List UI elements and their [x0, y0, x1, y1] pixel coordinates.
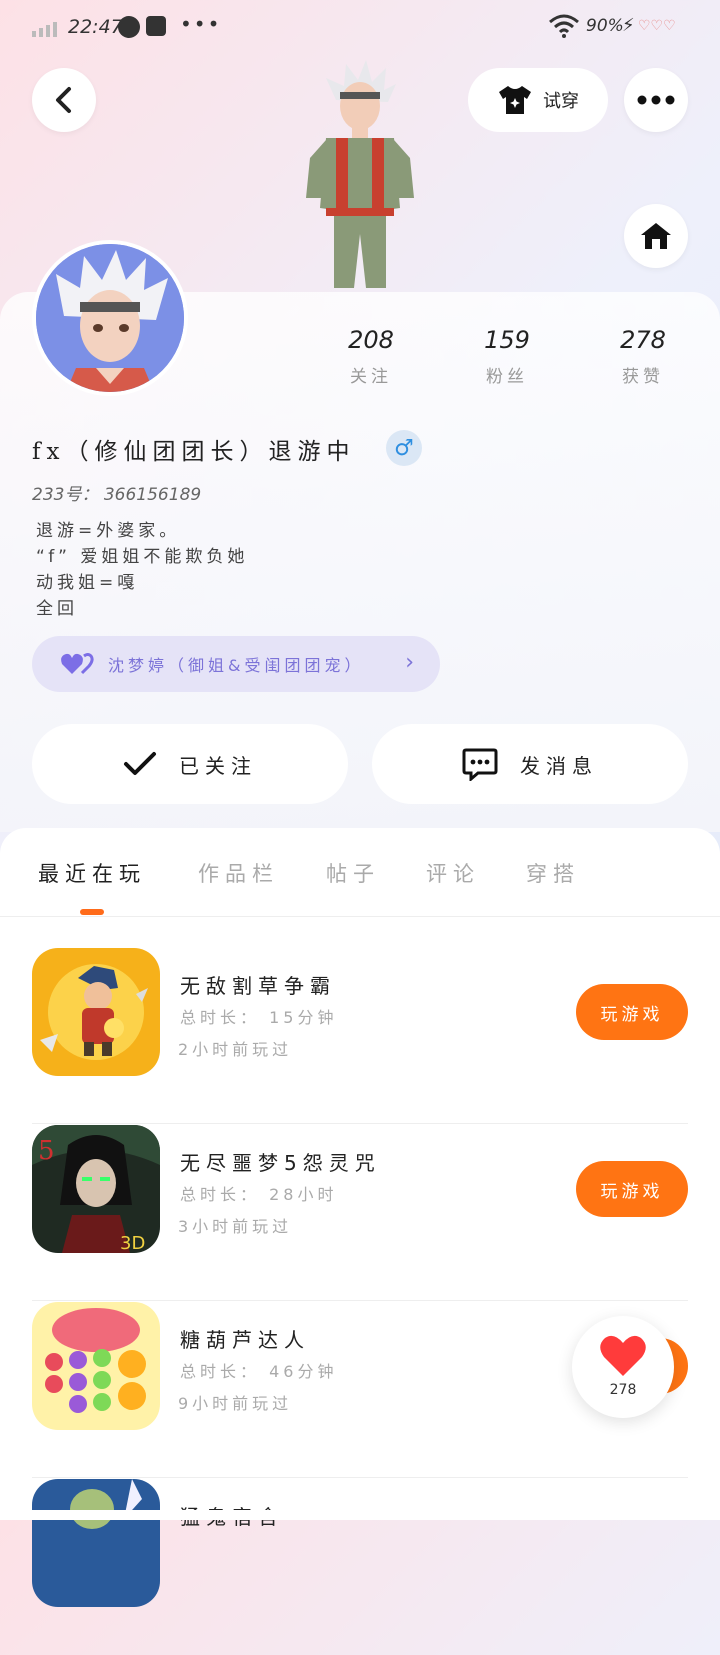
- game-total-time: 总时长： 28小时: [180, 1185, 338, 1204]
- chevron-right-icon: ›: [405, 650, 414, 675]
- avatar[interactable]: [32, 240, 188, 396]
- like-bubble[interactable]: 278: [572, 1316, 674, 1418]
- following-count: 208: [348, 326, 394, 354]
- likes-count: 278: [620, 326, 666, 354]
- try-on-button[interactable]: 试穿: [468, 68, 608, 132]
- tshirt-icon: [499, 86, 531, 114]
- avatar-3d-character: [306, 60, 414, 288]
- double-heart-icon: [61, 653, 94, 675]
- tab-recently-played[interactable]: 最近在玩: [38, 858, 146, 888]
- active-tab-indicator: [80, 909, 104, 915]
- likes-label: 获赞: [622, 367, 664, 387]
- more-button[interactable]: [624, 68, 688, 132]
- tab-works[interactable]: 作品栏: [198, 858, 279, 888]
- divider: [32, 1477, 688, 1478]
- checkmark-icon: [124, 752, 156, 775]
- bio-line: “f” 爱姐姐不能欺负她: [36, 547, 249, 567]
- game-last-played: 9小时前玩过: [178, 1394, 293, 1413]
- app-notification-icon: [118, 16, 140, 38]
- play-game-button[interactable]: 玩游戏: [576, 1161, 688, 1217]
- game-icon[interactable]: 5 3D: [32, 1125, 160, 1253]
- send-message-button[interactable]: 发消息: [372, 724, 688, 804]
- divider: [32, 1300, 688, 1301]
- guild-name: 沈梦婷（御姐&受闺团团宠）: [108, 656, 365, 675]
- more-dots-icon: [637, 95, 675, 105]
- back-button[interactable]: [32, 68, 96, 132]
- game-last-played: 3小时前玩过: [178, 1217, 293, 1236]
- following-label: 关注: [350, 367, 392, 387]
- app-notification-icon-2: [146, 16, 166, 36]
- play-game-button[interactable]: 玩游戏: [576, 984, 688, 1040]
- svg-text:5: 5: [38, 1136, 55, 1166]
- send-message-label: 发消息: [520, 753, 598, 778]
- try-on-label: 试穿: [543, 91, 579, 112]
- status-time: 22:47: [68, 16, 123, 38]
- tab-comments[interactable]: 评论: [426, 858, 480, 888]
- tab-posts[interactable]: 帖子: [326, 858, 380, 888]
- avatar-portrait: [36, 244, 184, 392]
- bio-line: 动我姐=嘎: [36, 573, 139, 593]
- home-button[interactable]: [624, 204, 688, 268]
- likes-stat[interactable]: 278 获赞: [598, 326, 688, 387]
- heart-icon: [600, 1335, 646, 1376]
- guild-badge[interactable]: 沈梦婷（御姐&受闺团团宠） ›: [32, 636, 440, 692]
- game-total-time: 总时长： 46分钟: [180, 1362, 338, 1381]
- signal-icon: [32, 22, 57, 37]
- bio-line: 退游=外婆家。: [36, 521, 181, 541]
- gender-male-icon: ♂: [386, 430, 422, 466]
- user-id[interactable]: 233号： 366156189: [32, 480, 201, 505]
- back-arrow-icon: [56, 87, 71, 113]
- bio: 退游=外婆家。 “f” 爱姐姐不能欺负她 动我姐=嘎 全回: [36, 518, 248, 622]
- chat-bubble-icon: [462, 748, 498, 781]
- decoration-icon: ♡♡♡: [638, 18, 676, 34]
- game-title: 无尽噩梦5怨灵咒: [180, 1151, 381, 1175]
- more-notifications-icon: •••: [180, 12, 222, 36]
- game-icon[interactable]: [32, 1479, 160, 1607]
- game-last-played: 2小时前玩过: [178, 1040, 293, 1059]
- bio-line: 全回: [36, 599, 78, 619]
- following-button-label: 已关注: [179, 753, 257, 778]
- game-icon[interactable]: [32, 1302, 160, 1430]
- followers-count: 159: [484, 326, 530, 354]
- game-title: 无敌割草争霸: [180, 974, 336, 998]
- status-bar: 22:47 ••• 90% ⚡ ♡♡♡: [0, 0, 720, 56]
- game-total-time: 总时长： 15分钟: [180, 1008, 338, 1027]
- followers-stat[interactable]: 159 粉丝: [462, 326, 552, 387]
- following-button[interactable]: 已关注: [32, 724, 348, 804]
- profile-name: fx（修仙团团长）退游中: [32, 439, 356, 465]
- divider: [32, 1123, 688, 1124]
- tab-outfits[interactable]: 穿搭: [526, 858, 580, 888]
- tab-bar: 最近在玩 作品栏 帖子 评论 穿搭: [0, 828, 720, 917]
- game-title: 糖葫芦达人: [180, 1328, 310, 1352]
- wifi-icon: [549, 14, 579, 38]
- game-item[interactable]: 5 3D 无尽噩梦5怨灵咒 总时长： 28小时 3小时前玩过 玩游戏: [32, 1125, 688, 1301]
- game-item[interactable]: 无敌割草争霸 总时长： 15分钟 2小时前玩过 玩游戏: [32, 948, 688, 1124]
- battery-level: 90%: [586, 16, 624, 36]
- game-item[interactable]: 猛鬼宿舍: [32, 1479, 688, 1655]
- followers-label: 粉丝: [486, 367, 528, 387]
- following-stat[interactable]: 208 关注: [326, 326, 416, 387]
- game-icon[interactable]: [32, 948, 160, 1076]
- svg-text:3D: 3D: [120, 1233, 145, 1253]
- home-icon: [641, 223, 671, 249]
- bottom-edge: [0, 1510, 720, 1520]
- charging-icon: ⚡: [622, 15, 635, 36]
- like-count: 278: [609, 1382, 637, 1398]
